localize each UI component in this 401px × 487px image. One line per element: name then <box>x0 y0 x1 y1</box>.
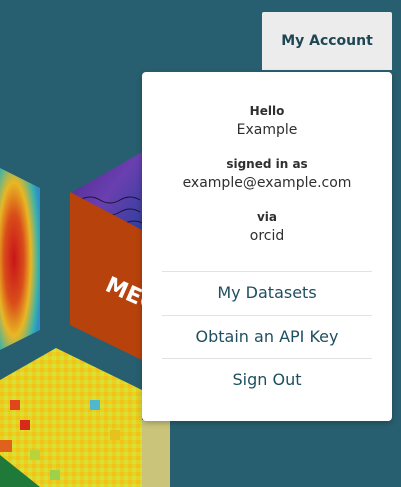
signed-in-section: signed in as example@example.com <box>142 157 392 192</box>
signed-in-label: signed in as <box>226 157 308 171</box>
my-datasets-link[interactable]: My Datasets <box>142 283 392 303</box>
divider <box>162 315 372 316</box>
user-name: Example <box>236 122 298 138</box>
greeting-section: Hello Example <box>142 104 392 139</box>
via-label: via <box>256 210 278 224</box>
sign-out-link[interactable]: Sign Out <box>142 370 392 390</box>
my-account-button[interactable]: My Account <box>262 12 392 70</box>
divider <box>162 358 372 359</box>
hello-label: Hello <box>249 104 285 118</box>
account-dropdown-menu: Hello Example signed in as example@examp… <box>142 72 392 421</box>
provider-section: via orcid <box>142 210 392 245</box>
divider <box>162 271 372 272</box>
provider-name: orcid <box>249 228 285 244</box>
user-email: example@example.com <box>182 175 352 191</box>
obtain-api-key-link[interactable]: Obtain an API Key <box>142 327 392 347</box>
